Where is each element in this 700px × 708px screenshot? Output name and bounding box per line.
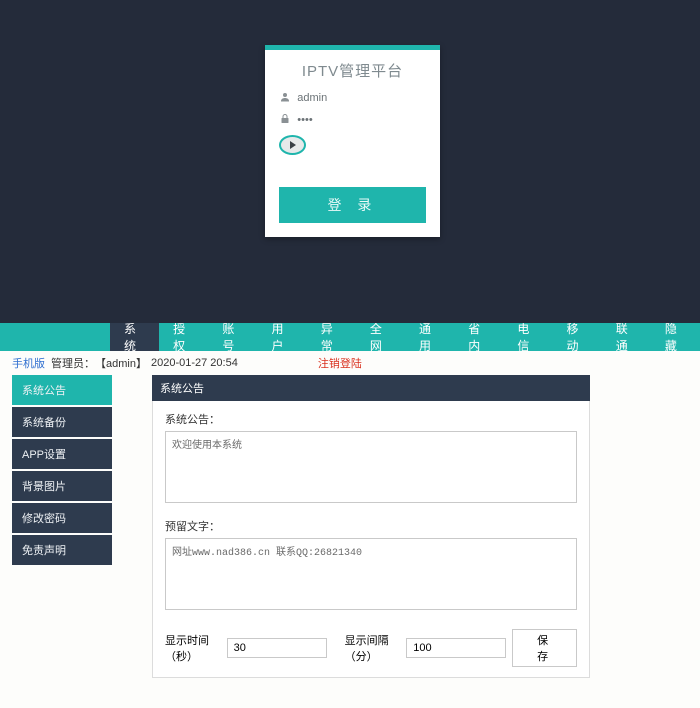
- duration-input[interactable]: [227, 638, 327, 658]
- login-button[interactable]: 登 录: [279, 187, 426, 223]
- status-datetime: 2020-01-27 20:54: [151, 357, 238, 369]
- footer-row: 显示时间（秒） 显示间隔（分） 保 存: [165, 629, 577, 667]
- captcha-slider-icon[interactable]: [279, 135, 306, 155]
- nav-tab-telecom[interactable]: 电信: [503, 323, 552, 351]
- admin-area: 系统 授权 账号 用户 异常 全网 通用 省内 电信 移动 联通 隐藏 手机版 …: [0, 323, 700, 708]
- nav-tab-general[interactable]: 通用: [405, 323, 454, 351]
- notice-label: 系统公告：: [165, 411, 577, 427]
- status-bar: 手机版 管理员： 【admin】 2020-01-27 20:54 注销登陆: [0, 351, 700, 375]
- nav-tab-mobile[interactable]: 移动: [553, 323, 602, 351]
- sidebar-item-notice[interactable]: 系统公告: [12, 375, 112, 405]
- nav-tab-allnet[interactable]: 全网: [356, 323, 405, 351]
- sidebar-item-appset[interactable]: APP设置: [12, 439, 112, 469]
- admin-name: 【admin】: [95, 355, 147, 371]
- mobile-link[interactable]: 手机版: [12, 355, 45, 371]
- sidebar-item-bg[interactable]: 背景图片: [12, 471, 112, 501]
- panel-body: 系统公告： 预留文字： 显示时间（秒） 显示间隔（分） 保 存: [152, 401, 590, 678]
- interval-label: 显示间隔（分）: [345, 632, 401, 664]
- nav-tab-auth[interactable]: 授权: [159, 323, 208, 351]
- main-layout: 系统公告 系统备份 APP设置 背景图片 修改密码 免责声明 系统公告 系统公告…: [0, 375, 700, 708]
- nav-tab-error[interactable]: 异常: [307, 323, 356, 351]
- sidebar-item-disclaimer[interactable]: 免责声明: [12, 535, 112, 565]
- password-input[interactable]: [297, 114, 426, 126]
- admin-prefix: 管理员：: [51, 355, 95, 371]
- reserve-label: 预留文字：: [165, 518, 577, 534]
- login-backdrop: IPTV管理平台 登 录: [0, 0, 700, 323]
- lock-icon: [279, 113, 291, 127]
- interval-input[interactable]: [406, 638, 506, 658]
- login-dialog: IPTV管理平台 登 录: [265, 45, 440, 237]
- user-icon: [279, 91, 291, 105]
- panel-title: 系统公告: [152, 375, 590, 401]
- captcha-input[interactable]: [312, 139, 426, 151]
- top-nav: 系统 授权 账号 用户 异常 全网 通用 省内 电信 移动 联通 隐藏: [0, 323, 700, 351]
- username-row: [279, 91, 426, 105]
- logout-link[interactable]: 注销登陆: [318, 355, 362, 371]
- sidebar-item-backup[interactable]: 系统备份: [12, 407, 112, 437]
- nav-tab-hidden[interactable]: 隐藏: [651, 323, 700, 351]
- login-title: IPTV管理平台: [279, 60, 426, 81]
- nav-tab-unicom[interactable]: 联通: [602, 323, 651, 351]
- nav-tab-system[interactable]: 系统: [110, 323, 159, 351]
- sidebar: 系统公告 系统备份 APP设置 背景图片 修改密码 免责声明: [12, 375, 112, 678]
- nav-tab-user[interactable]: 用户: [258, 323, 307, 351]
- reserve-textarea[interactable]: [165, 538, 577, 610]
- content-panel: 系统公告 系统公告： 预留文字： 显示时间（秒） 显示间隔（分） 保 存: [152, 375, 590, 678]
- duration-label: 显示时间（秒）: [165, 632, 221, 664]
- notice-textarea[interactable]: [165, 431, 577, 503]
- nav-tab-province[interactable]: 省内: [454, 323, 503, 351]
- captcha-row: [279, 135, 426, 155]
- nav-tab-account[interactable]: 账号: [208, 323, 257, 351]
- sidebar-item-password[interactable]: 修改密码: [12, 503, 112, 533]
- save-button[interactable]: 保 存: [512, 629, 577, 667]
- username-input[interactable]: [297, 92, 426, 104]
- password-row: [279, 113, 426, 127]
